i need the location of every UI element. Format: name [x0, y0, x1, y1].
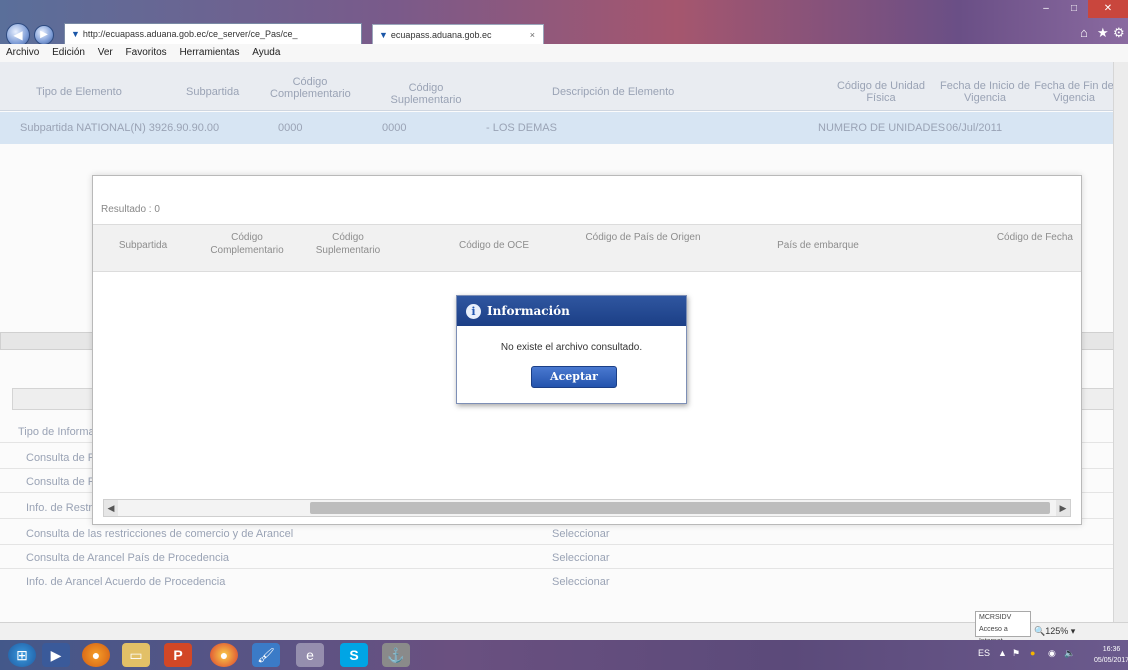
address-bar[interactable]: ▼ http://ecuapass.aduana.gob.ec/ce_server…	[64, 23, 362, 45]
bg-header-cell: Fecha de Fin de Vigencia	[1034, 80, 1114, 104]
bg-list-item: Consulta de las restricciones de comerci…	[26, 528, 294, 540]
skype-icon[interactable]: S	[340, 643, 368, 667]
paint-icon[interactable]: 🖌	[252, 643, 280, 667]
zone-line-1: MCRSIDV	[979, 614, 1012, 621]
action-center-flag-icon[interactable]: ⚑	[1012, 648, 1020, 659]
tab-logo-icon: ▼	[379, 30, 388, 40]
site-logo-icon: ▼	[71, 29, 80, 39]
bg-row-cell: 0000	[278, 122, 303, 134]
bg-list-item: Consulta de Arancel País de Procedencia	[26, 552, 230, 564]
column-header: País de embarque	[777, 240, 859, 251]
home-icon[interactable]: ⌂	[1080, 25, 1088, 40]
bg-header-cell: Tipo de Elemento	[36, 86, 122, 98]
results-horizontal-scrollbar[interactable]: ◀ ▶	[103, 499, 1071, 517]
bg-header-cell: Código Suplementario	[390, 82, 462, 106]
info-dialog-title: Información	[487, 304, 570, 318]
bg-select-link[interactable]: Seleccionar	[552, 552, 609, 564]
address-url: http://ecuapass.aduana.gob.ec/ce_server/…	[82, 29, 298, 39]
bg-row-cell: - LOS DEMAS	[486, 122, 557, 134]
column-header: Código Complementario	[210, 232, 284, 256]
column-header: Código de País de Origen	[585, 232, 701, 243]
menu-ver[interactable]: Ver	[98, 47, 113, 58]
bg-header-cell: Código Complementario	[270, 76, 351, 100]
page-vertical-scrollbar[interactable]	[1113, 62, 1128, 622]
divider	[0, 568, 1128, 569]
menu-archivo[interactable]: Archivo	[6, 47, 39, 58]
browser-status-bar	[0, 622, 1128, 641]
bg-row-cell: 06/Jul/2011	[946, 122, 1003, 134]
result-count: Resultado : 0	[101, 204, 160, 215]
language-indicator[interactable]: ES	[978, 648, 990, 658]
favorites-star-icon[interactable]: ★	[1097, 25, 1109, 41]
media-player-icon[interactable]: ▶	[42, 643, 70, 667]
column-header: Código Suplementario	[315, 232, 381, 256]
zoom-level: 125%	[1045, 626, 1069, 636]
bg-header-cell: Descripción de Elemento	[552, 86, 675, 98]
info-dialog: i Información No existe el archivo consul…	[456, 295, 687, 404]
info-icon: i	[466, 304, 481, 319]
zoom-control[interactable]: 🔍125% ▾	[1034, 622, 1075, 640]
menu-favoritos[interactable]: Favoritos	[126, 47, 167, 58]
close-window-icon[interactable]: ✕	[1088, 0, 1128, 18]
tab-close-icon[interactable]: ×	[530, 25, 535, 45]
show-hidden-icons-icon[interactable]: ▲	[998, 648, 1007, 658]
scroll-left-icon[interactable]: ◀	[104, 500, 118, 516]
bg-header-cell: Fecha de Inicio de Vigencia	[940, 80, 1030, 104]
column-header: Código de Fecha	[996, 232, 1073, 243]
taskbar: ⊞ ▶ ● ▭ P ● 🖌 e S ⚓ ES ▲ ⚑ ● ◉ 🔈	[0, 640, 1128, 670]
menu-herramientas[interactable]: Herramientas	[179, 47, 239, 58]
firefox-icon[interactable]: ●	[82, 643, 110, 667]
volume-icon[interactable]: 🔈	[1064, 648, 1075, 659]
forward-arrow-icon[interactable]: ▶	[34, 25, 54, 45]
windows-start-icon[interactable]: ⊞	[8, 643, 36, 667]
menu-edicion[interactable]: Edición	[52, 47, 85, 58]
scroll-thumb[interactable]	[310, 502, 1050, 514]
settings-gear-icon[interactable]: ⚙	[1113, 25, 1125, 41]
bg-row-cell: NUMERO DE UNIDADES	[818, 122, 946, 134]
background-table-row: Subpartida NATIONAL(N) 3926.90.90.00 000…	[0, 112, 1128, 144]
bg-list-item: Info. de Arancel Acuerdo de Procedencia	[26, 576, 226, 588]
results-table-header: Subpartida Código Complementario Código …	[93, 224, 1081, 272]
divider	[0, 544, 1128, 545]
file-explorer-icon[interactable]: ▭	[122, 643, 150, 667]
bg-select-link[interactable]: Seleccionar	[552, 528, 609, 540]
scroll-right-icon[interactable]: ▶	[1056, 500, 1070, 516]
column-header: Código de OCE	[458, 240, 530, 251]
tab-title: ecuapass.aduana.gob.ec	[390, 30, 492, 40]
clock-time: 16:36	[1102, 646, 1121, 653]
internet-explorer-icon[interactable]: e	[296, 643, 324, 667]
menu-ayuda[interactable]: Ayuda	[252, 47, 280, 58]
menu-bar: Archivo Edición Ver Favoritos Herramient…	[0, 44, 1128, 63]
bg-select-link[interactable]: Seleccionar	[552, 576, 609, 588]
browser-title-bar: ◀ ▶ ▼ http://ecuapass.aduana.gob.ec/ce_se…	[0, 0, 1128, 47]
network-app-icon[interactable]: ⚓	[382, 643, 410, 667]
background-table-header: Tipo de Elemento Subpartida Código Compl…	[0, 62, 1128, 111]
bg-header-cell: Código de Unidad Física	[836, 80, 926, 104]
taskbar-clock[interactable]: 16:36 05/05/2017	[1094, 644, 1128, 666]
bg-header-cell: Subpartida	[186, 86, 240, 98]
powerpoint-icon[interactable]: P	[164, 643, 192, 667]
browser-tab[interactable]: ▼ ecuapass.aduana.gob.ec ×	[372, 24, 544, 46]
bg-row-cell: 0000	[382, 122, 407, 134]
clock-date: 05/05/2017	[1094, 657, 1128, 664]
maximize-icon[interactable]: □	[1060, 0, 1088, 18]
minimize-icon[interactable]: –	[1032, 0, 1060, 18]
chrome-icon[interactable]: ●	[210, 643, 238, 667]
aceptar-button[interactable]: Aceptar	[531, 366, 617, 388]
network-icon[interactable]: ◉	[1048, 648, 1056, 659]
security-zone-popup: MCRSIDV Acceso a Internet	[975, 611, 1031, 645]
info-message: No existe el archivo consultado.	[500, 342, 643, 353]
bg-row-cell: Subpartida NATIONAL(N) 3926.90.90.00	[20, 122, 220, 134]
column-header: Subpartida	[118, 240, 168, 251]
update-icon[interactable]: ●	[1030, 648, 1035, 658]
info-dialog-header: i Información	[457, 296, 686, 326]
